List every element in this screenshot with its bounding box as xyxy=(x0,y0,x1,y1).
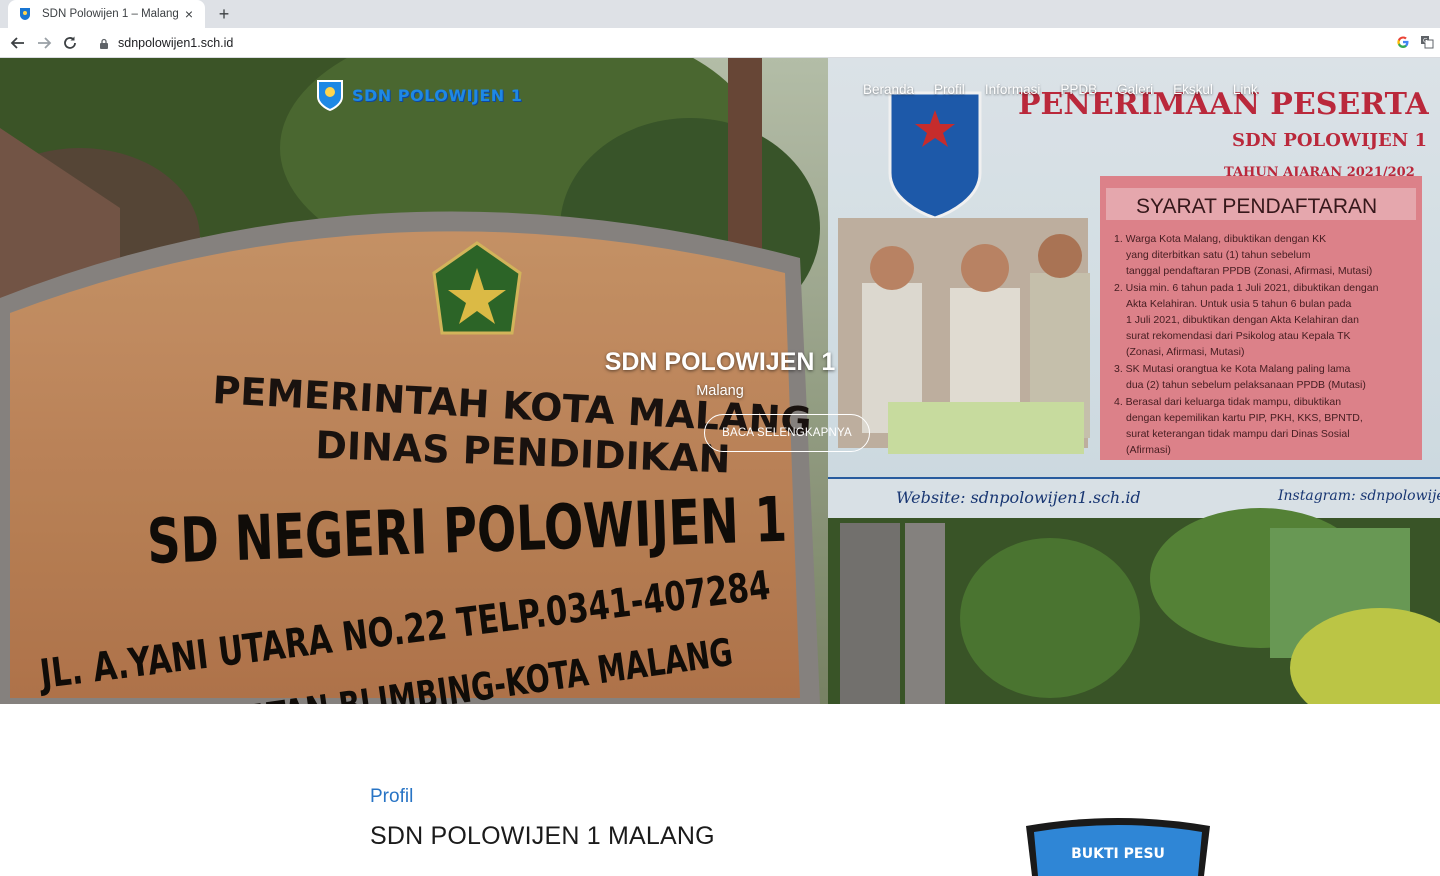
hero-background-photo: PEMERINTAH KOTA MALANG DINAS PENDIDIKAN … xyxy=(0,58,1440,704)
nav-ppdb[interactable]: PPDB xyxy=(1060,82,1097,97)
google-icon[interactable] xyxy=(1396,35,1410,54)
nav-galeri[interactable]: Galeri xyxy=(1117,82,1153,97)
browser-toolbar: sdnpolowijen1.sch.id G xyxy=(0,28,1440,58)
lock-icon[interactable] xyxy=(98,37,110,49)
forward-arrow-icon[interactable] xyxy=(33,32,55,54)
reload-icon[interactable] xyxy=(59,32,81,54)
translate-icon[interactable]: G xyxy=(1420,35,1434,54)
nav-beranda[interactable]: Beranda xyxy=(863,82,914,97)
section-label-profil: Profil xyxy=(370,786,414,807)
svg-text:G: G xyxy=(1423,38,1428,45)
address-bar[interactable]: sdnpolowijen1.sch.id G xyxy=(88,31,1440,55)
section-title: SDN POLOWIJEN 1 MALANG xyxy=(370,822,715,850)
site-logo[interactable]: SDN POLOWIJEN 1 xyxy=(314,78,522,112)
new-tab-button[interactable]: + xyxy=(214,4,234,24)
school-crest-image: BUKTI PESU xyxy=(1026,818,1210,876)
school-crest-icon xyxy=(317,80,343,111)
browser-tab[interactable]: SDN Polowijen 1 – Malang × xyxy=(8,0,205,28)
back-arrow-icon[interactable] xyxy=(7,32,29,54)
nav-informasi[interactable]: Informasi xyxy=(985,82,1041,97)
main-navigation: Beranda Profil Informasi PPDB Galeri Eks… xyxy=(863,82,1278,97)
tab-close-icon[interactable]: × xyxy=(181,6,197,22)
nav-profil[interactable]: Profil xyxy=(934,82,965,97)
hero-section: PEMERINTAH KOTA MALANG DINAS PENDIDIKAN … xyxy=(0,58,1440,704)
browser-tabstrip: SDN Polowijen 1 – Malang × + xyxy=(0,0,1440,28)
hero-title: SDN POLOWIJEN 1 xyxy=(604,348,836,376)
nav-ekskul[interactable]: Ekskul xyxy=(1173,82,1213,97)
nav-link[interactable]: Link xyxy=(1233,82,1258,97)
school-favicon-icon xyxy=(18,7,32,21)
logo-text: SDN POLOWIJEN 1 xyxy=(352,85,523,105)
url-text[interactable]: sdnpolowijen1.sch.id xyxy=(118,36,233,50)
read-more-button[interactable]: BACA SELENGKAPNYA xyxy=(704,414,870,452)
hero-subtitle: Malang xyxy=(696,383,744,399)
tab-title: SDN Polowijen 1 – Malang xyxy=(42,8,179,20)
